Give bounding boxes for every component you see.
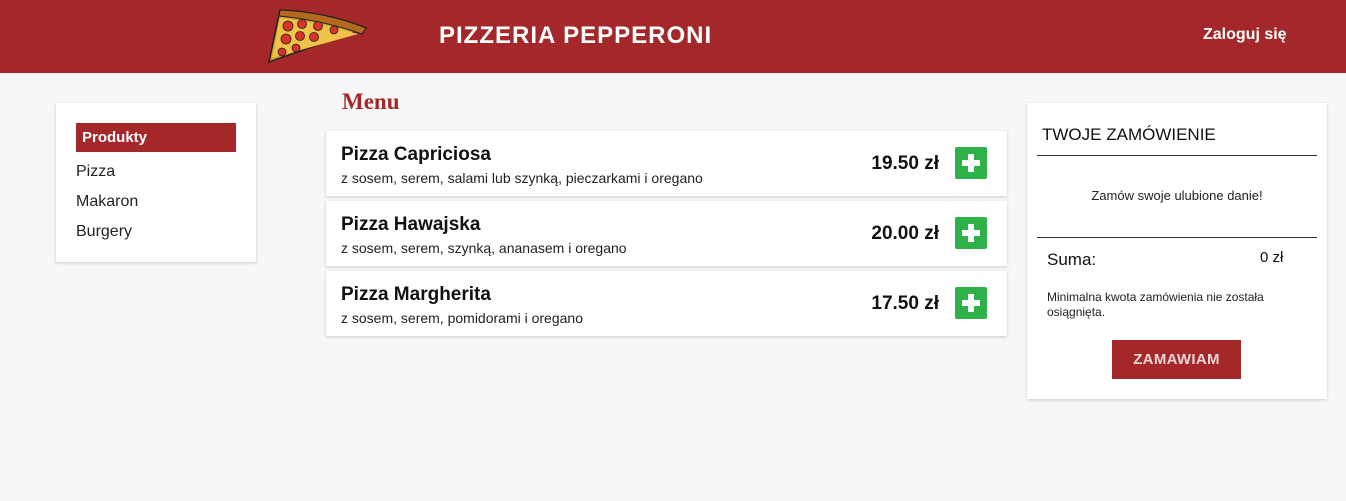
divider	[1037, 155, 1317, 156]
menu-item: Pizza Margherita z sosem, serem, pomidor…	[326, 271, 1007, 336]
order-empty-message: Zamów swoje ulubione danie!	[1091, 188, 1263, 203]
add-to-cart-plus-icon[interactable]	[955, 147, 987, 179]
add-to-cart-plus-icon[interactable]	[955, 217, 987, 249]
add-to-cart-plus-icon[interactable]	[955, 287, 987, 319]
menu-item-name: Pizza Hawajska	[341, 214, 481, 235]
divider	[1037, 237, 1317, 238]
pizza-slice-logo	[267, 9, 369, 64]
category-sidebar: Produkty Pizza Makaron Burgery	[56, 103, 256, 262]
menu-item-price: 19.50 zł	[871, 153, 939, 174]
place-order-button[interactable]: ZAMAWIAM	[1112, 340, 1241, 379]
top-header: PIZZERIA PEPPERONI Zaloguj się	[0, 0, 1346, 73]
menu-item-price: 17.50 zł	[871, 293, 939, 314]
menu-item-description: z sosem, serem, pomidorami i oregano	[341, 310, 583, 326]
menu-title: Menu	[342, 89, 400, 114]
menu-item: Pizza Hawajska z sosem, serem, szynką, a…	[326, 201, 1007, 266]
sidebar-item-burgery[interactable]: Burgery	[76, 223, 132, 241]
sidebar-item-makaron[interactable]: Makaron	[76, 193, 138, 211]
order-panel: TWOJE ZAMÓWIENIE Zamów swoje ulubione da…	[1027, 103, 1327, 399]
menu-item-description: z sosem, serem, szynką, ananasem i orega…	[341, 240, 627, 256]
menu-item-description: z sosem, serem, salami lub szynką, piecz…	[341, 170, 703, 186]
menu-item: Pizza Capriciosa z sosem, serem, salami …	[326, 131, 1007, 196]
sidebar-heading[interactable]: Produkty	[76, 123, 236, 152]
order-title: TWOJE ZAMÓWIENIE	[1042, 125, 1216, 144]
sum-label: Suma:	[1047, 250, 1097, 269]
sum-value: 0 zł	[1260, 249, 1284, 266]
menu-item-price: 20.00 zł	[871, 223, 939, 244]
menu-item-name: Pizza Margherita	[341, 284, 491, 305]
menu-item-name: Pizza Capriciosa	[341, 144, 491, 165]
brand-title: PIZZERIA PEPPERONI	[439, 22, 713, 49]
login-link[interactable]: Zaloguj się	[1203, 26, 1287, 44]
minimum-order-note: Minimalna kwota zamówienia nie została o…	[1047, 290, 1264, 319]
sidebar-item-pizza[interactable]: Pizza	[76, 163, 115, 181]
